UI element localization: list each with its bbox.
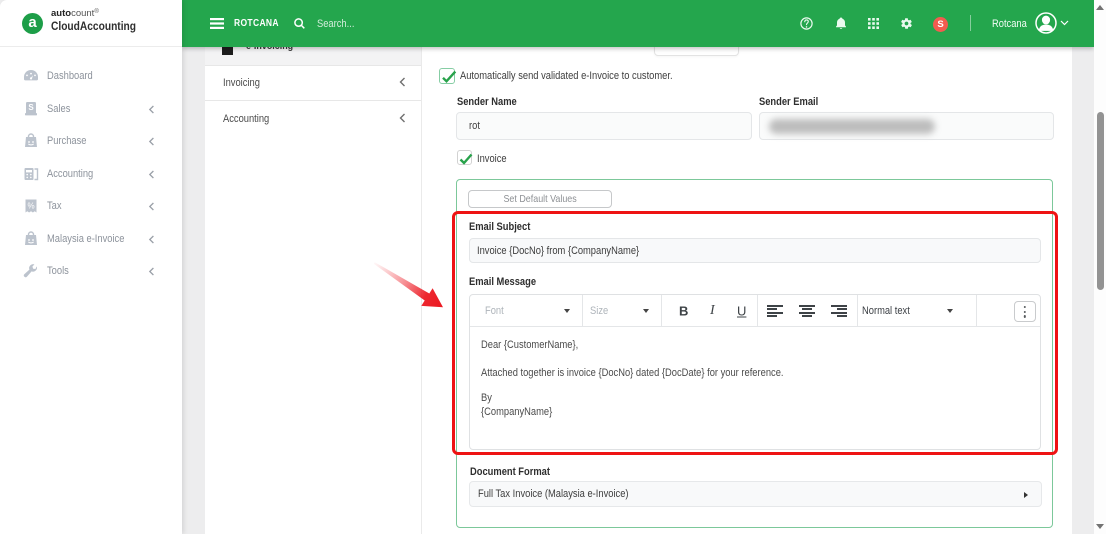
svg-text:S: S <box>28 103 34 112</box>
svg-text:%: % <box>27 202 34 211</box>
